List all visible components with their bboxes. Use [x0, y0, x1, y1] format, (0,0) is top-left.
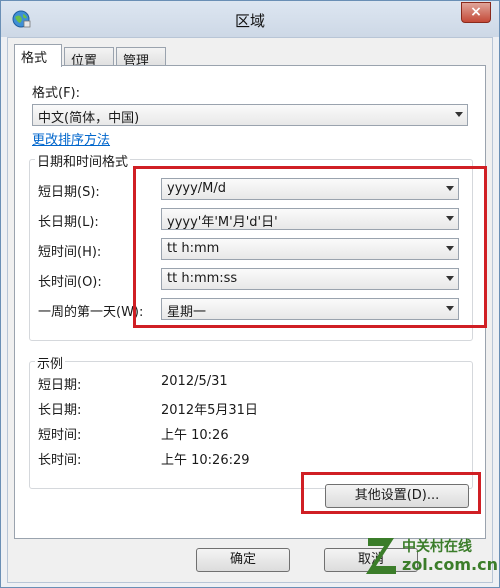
close-button[interactable]: ×: [461, 2, 491, 23]
tab-format[interactable]: 格式: [14, 44, 62, 67]
example-long-date-label: 长日期:: [38, 403, 82, 418]
watermark-line1: 中关村在线: [402, 539, 472, 555]
zol-logo-icon: [366, 538, 396, 574]
long-date-label: 长日期(L):: [38, 215, 99, 230]
example-short-time-label: 短时间:: [38, 428, 82, 443]
change-sort-link[interactable]: 更改排序方法: [32, 129, 110, 148]
example-group-title: 示例: [35, 353, 66, 372]
highlight-frame: [301, 472, 481, 514]
title-bar[interactable]: 区域 ×: [1, 1, 499, 37]
watermark: 中关村在线 zol.com.cn: [364, 528, 498, 584]
watermark-line2: zol.com.cn: [402, 555, 498, 574]
format-select[interactable]: 中文(简体，中国): [32, 104, 468, 126]
window-title: 区域: [234, 12, 265, 30]
example-short-date-value: 2012/5/31: [161, 374, 228, 389]
region-dialog: 区域 × 格式 位置 管理 格式(F): 中文(简体，中国) 更改排序方法 日期…: [0, 0, 500, 588]
example-long-time-value: 上午 10:26:29: [161, 453, 250, 468]
example-short-date-label: 短日期:: [38, 378, 82, 393]
example-short-time-value: 上午 10:26: [161, 428, 229, 443]
format-select-value: 中文(简体，中国): [38, 111, 140, 126]
datetime-group-title: 日期和时间格式: [35, 151, 131, 170]
chevron-down-icon: [455, 112, 463, 117]
tab-location[interactable]: 位置: [64, 47, 114, 69]
short-date-label: 短日期(S):: [38, 185, 100, 200]
format-tab-panel: 格式(F): 中文(简体，中国) 更改排序方法 日期和时间格式 短日期(S): …: [14, 65, 487, 539]
example-long-time-label: 长时间:: [38, 453, 82, 468]
short-time-label: 短时间(H):: [38, 245, 102, 260]
first-day-label: 一周的第一天(W):: [38, 305, 144, 320]
dialog-body: 格式 位置 管理 格式(F): 中文(简体，中国) 更改排序方法 日期和时间格式…: [7, 37, 493, 583]
tab-administrative[interactable]: 管理: [116, 47, 166, 69]
example-group: 示例: [29, 353, 473, 489]
format-label: 格式(F):: [32, 86, 81, 101]
example-long-date-value: 2012年5月31日: [161, 403, 258, 418]
ok-button[interactable]: 确定: [196, 548, 290, 572]
long-time-label: 长时间(O):: [38, 275, 102, 290]
tab-label: 格式: [21, 51, 48, 66]
highlight-frame: [133, 166, 487, 328]
